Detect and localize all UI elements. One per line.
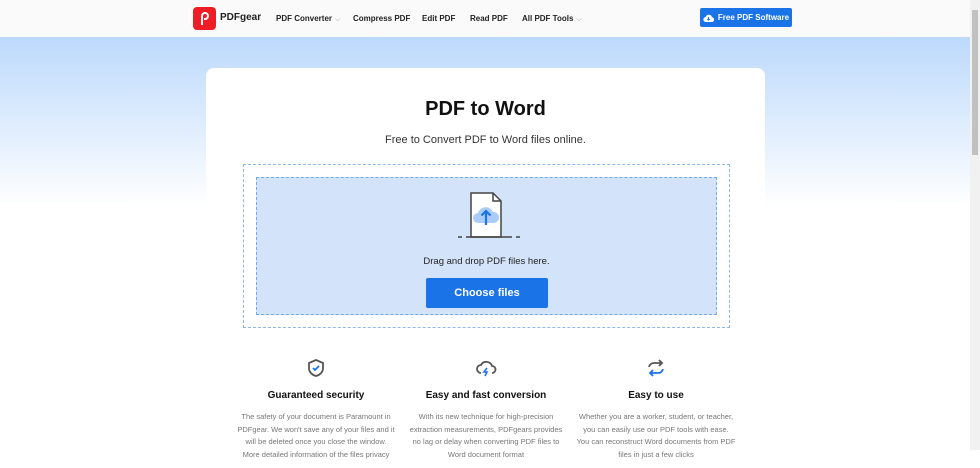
feature-text: Whether you are a worker, student, or te…	[576, 412, 736, 459]
drag-drop-text: Drag and drop PDF files here.	[423, 256, 550, 267]
top-nav: PDFgear PDF Converter ⌵ Compress PDF Edit…	[0, 0, 970, 37]
free-pdf-software-button[interactable]: Free PDF Software	[700, 8, 792, 27]
nav-read-pdf[interactable]: Read PDF	[470, 14, 508, 23]
drop-zone[interactable]: Drag and drop PDF files here. Choose fil…	[243, 164, 730, 328]
refresh-arrows-icon	[648, 359, 664, 377]
page-title: PDF to Word	[425, 98, 546, 120]
scrollbar-thumb[interactable]	[972, 10, 978, 155]
feature-text: The safety of your document is Paramount…	[237, 412, 395, 459]
drop-zone-inner[interactable]: Drag and drop PDF files here. Choose fil…	[256, 177, 717, 315]
nav-label: All PDF Tools	[522, 14, 574, 23]
nav-edit-pdf[interactable]: Edit PDF	[422, 14, 455, 23]
file-upload-icon	[458, 192, 520, 238]
feature-easy: Easy to use Whether you are a worker, st…	[576, 358, 736, 461]
pdfgear-logo-icon[interactable]	[193, 7, 216, 30]
feature-title: Easy and fast conversion	[425, 390, 547, 401]
nav-label: PDF Converter	[276, 14, 333, 23]
feature-text: With its new technique for high-precisio…	[409, 412, 563, 459]
feature-security: Guaranteed security The safety of your d…	[236, 358, 396, 461]
shield-check-icon	[308, 359, 324, 377]
chevron-down-icon: ⌵	[576, 16, 582, 23]
brand-name[interactable]: PDFgear	[220, 12, 261, 23]
cloud-lightning-icon	[476, 360, 497, 377]
chevron-down-icon: ⌵	[335, 16, 341, 23]
cloud-download-icon	[703, 14, 714, 22]
nav-compress-pdf[interactable]: Compress PDF	[353, 14, 410, 23]
nav-pdf-converter[interactable]: PDF Converter ⌵	[276, 14, 340, 24]
page-subtitle: Free to Convert PDF to Word files online…	[385, 134, 586, 146]
feature-title: Easy to use	[628, 390, 684, 401]
cta-label: Free PDF Software	[717, 13, 790, 22]
feature-fast: Easy and fast conversion With its new te…	[406, 358, 566, 461]
feature-title: Guaranteed security	[267, 390, 365, 401]
choose-files-button[interactable]: Choose files	[426, 278, 548, 308]
nav-all-pdf-tools[interactable]: All PDF Tools ⌵	[522, 14, 582, 24]
